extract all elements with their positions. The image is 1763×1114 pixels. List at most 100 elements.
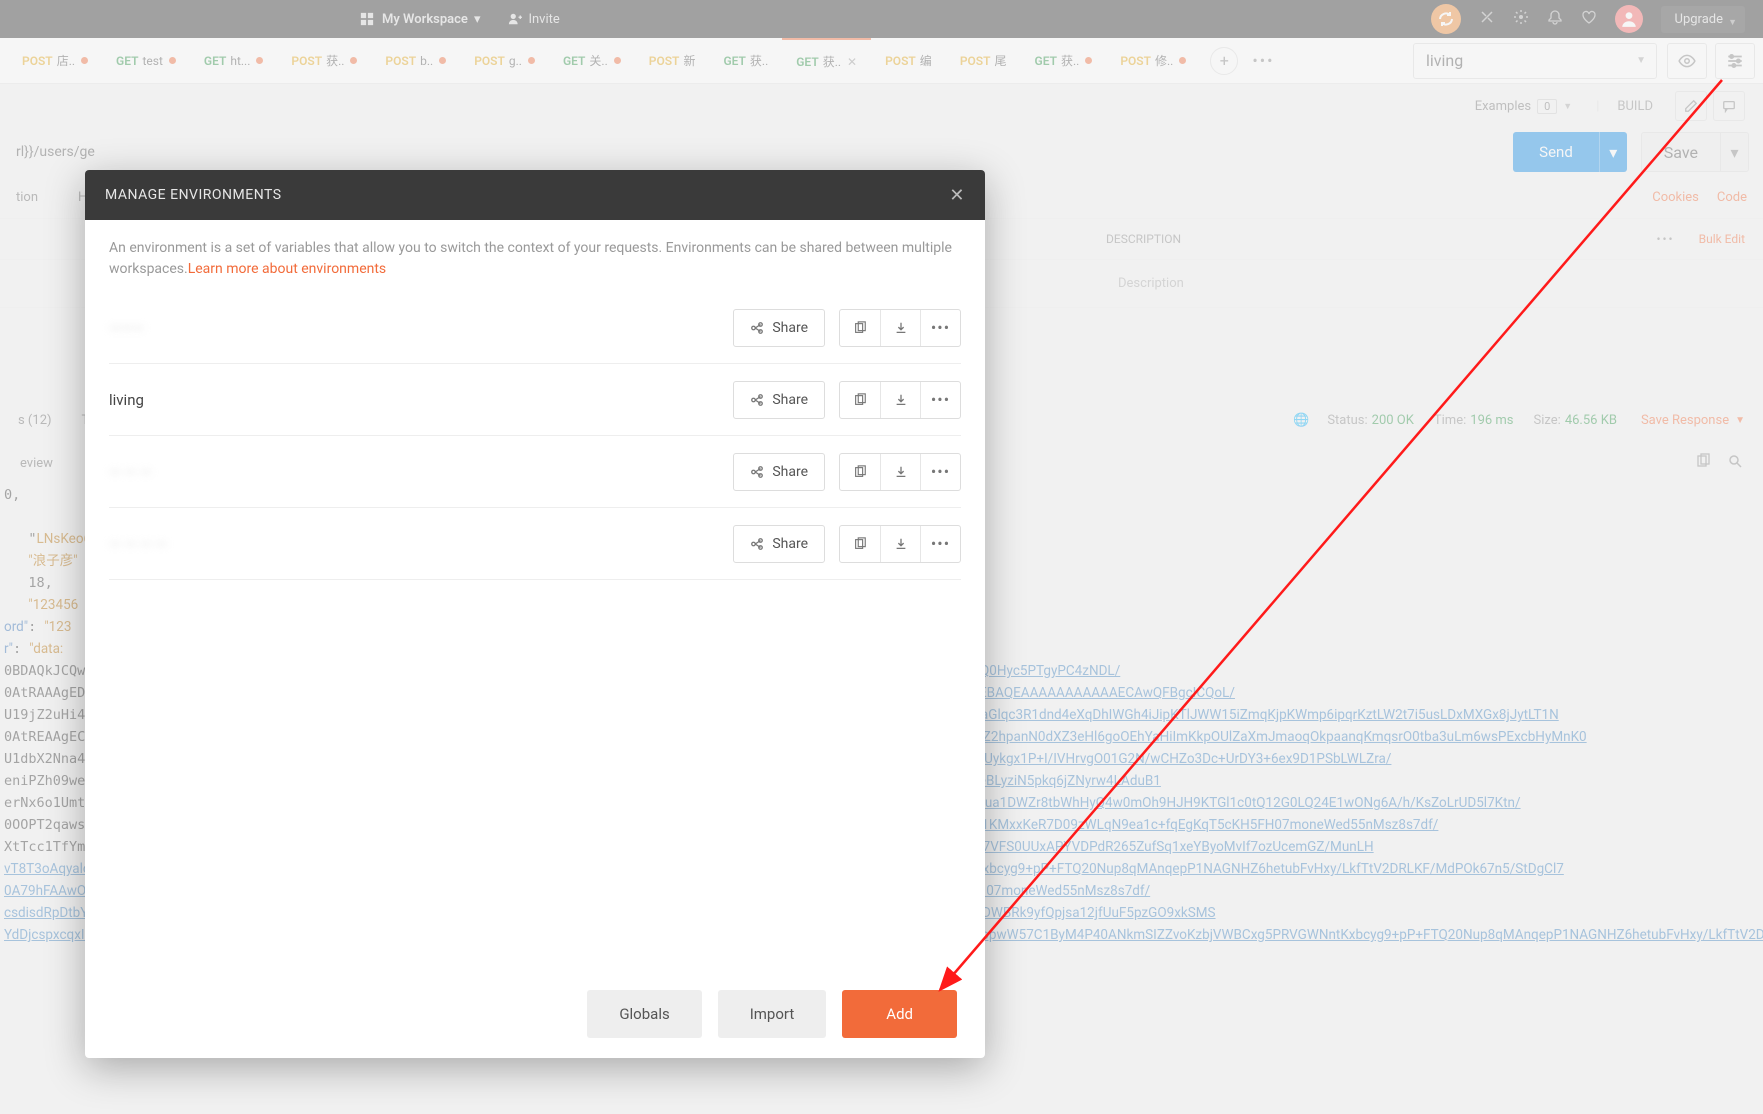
request-tab[interactable]: GET 获.. bbox=[1021, 38, 1107, 84]
size-value: 46.56 KB bbox=[1565, 413, 1617, 428]
url-input[interactable]: rl}}/users/ge bbox=[14, 144, 1513, 160]
examples-dropdown[interactable]: Examples 0 ▼ bbox=[1475, 99, 1572, 114]
share-button[interactable]: Share bbox=[733, 309, 825, 347]
settings-icon[interactable] bbox=[1513, 9, 1529, 29]
close-icon[interactable]: ✕ bbox=[949, 185, 965, 206]
share-button[interactable]: Share bbox=[733, 453, 825, 491]
tab-method: GET bbox=[204, 54, 226, 68]
env-action-group: ••• bbox=[839, 453, 961, 491]
workspace-caret-icon[interactable]: ▾ bbox=[474, 12, 481, 27]
environment-selector[interactable]: living▼ bbox=[1413, 43, 1657, 79]
comment-icon[interactable] bbox=[1713, 91, 1745, 121]
dirty-dot-icon bbox=[169, 57, 176, 64]
download-icon[interactable] bbox=[880, 526, 920, 562]
cookies-link[interactable]: Cookies bbox=[1652, 190, 1699, 205]
request-tab[interactable]: POSTb.. bbox=[371, 38, 460, 84]
sync-icon[interactable] bbox=[1431, 4, 1461, 34]
environment-row[interactable]: livingShare••• bbox=[109, 364, 961, 436]
new-tab-button[interactable]: + bbox=[1210, 47, 1238, 75]
copy-icon[interactable] bbox=[840, 526, 880, 562]
tab-method: POST bbox=[385, 54, 416, 68]
kv-desc-placeholder[interactable]: Description bbox=[1106, 276, 1184, 291]
bulk-edit-link[interactable]: Bulk Edit bbox=[1699, 232, 1745, 246]
environment-name: — — — — bbox=[109, 535, 733, 553]
globals-button[interactable]: Globals bbox=[587, 990, 701, 1038]
save-button[interactable]: Save bbox=[1641, 132, 1721, 172]
share-button[interactable]: Share bbox=[733, 525, 825, 563]
add-button[interactable]: Add bbox=[842, 990, 957, 1038]
copy-icon[interactable] bbox=[1695, 453, 1711, 473]
resp-view-tab[interactable]: eview bbox=[20, 456, 53, 471]
environment-row[interactable]: — — — —Share ••• bbox=[109, 508, 961, 580]
dirty-dot-icon bbox=[1085, 57, 1092, 64]
environment-list: ———Share•••livingShare•••— — —Share•••— … bbox=[85, 288, 985, 970]
workspace-name[interactable]: My Workspace bbox=[382, 12, 468, 27]
download-icon[interactable] bbox=[880, 454, 920, 490]
copy-icon[interactable] bbox=[840, 382, 880, 418]
request-tab[interactable]: POST编 bbox=[871, 38, 946, 84]
import-button[interactable]: Import bbox=[718, 990, 827, 1038]
send-caret-icon[interactable]: ▾ bbox=[1599, 132, 1627, 172]
tab-label: ht... bbox=[230, 54, 250, 68]
more-icon[interactable]: ••• bbox=[920, 382, 960, 418]
eye-icon[interactable] bbox=[1667, 43, 1707, 79]
send-button[interactable]: Send bbox=[1513, 132, 1599, 172]
satellite-icon[interactable] bbox=[1479, 9, 1495, 29]
save-response-button[interactable]: Save Response bbox=[1641, 413, 1729, 428]
section-tab[interactable]: tion bbox=[16, 190, 38, 205]
tab-label: 获.. bbox=[326, 52, 344, 69]
more-icon[interactable]: ••• bbox=[920, 526, 960, 562]
request-tab[interactable]: GET关.. bbox=[549, 38, 635, 84]
tab-method: GET bbox=[1035, 54, 1057, 68]
request-tab[interactable]: POSTg.. bbox=[460, 38, 549, 84]
dirty-dot-icon bbox=[439, 57, 446, 64]
resp-tab[interactable]: s (12) bbox=[18, 413, 52, 428]
copy-icon[interactable] bbox=[840, 454, 880, 490]
build-toggle[interactable]: BUILD bbox=[1617, 99, 1653, 114]
bell-icon[interactable] bbox=[1547, 9, 1563, 29]
share-button[interactable]: Share bbox=[733, 381, 825, 419]
environment-row[interactable]: — — —Share ••• bbox=[109, 436, 961, 508]
request-tab[interactable]: GET ht... bbox=[190, 38, 277, 84]
request-tab[interactable]: GET获.. bbox=[709, 38, 782, 84]
close-icon[interactable]: ✕ bbox=[847, 55, 857, 69]
tab-label: 修.. bbox=[1155, 52, 1173, 69]
request-tab[interactable]: POST修.. bbox=[1106, 38, 1200, 84]
sliders-icon[interactable] bbox=[1715, 43, 1755, 79]
env-action-group: ••• bbox=[839, 309, 961, 347]
request-tab[interactable]: POST获.. bbox=[277, 38, 371, 84]
code-link[interactable]: Code bbox=[1717, 190, 1747, 205]
request-tab[interactable]: POST新 bbox=[635, 38, 710, 84]
copy-icon[interactable] bbox=[840, 310, 880, 346]
modal-header: MANAGE ENVIRONMENTS ✕ bbox=[85, 170, 985, 220]
request-tab[interactable]: POST店.. bbox=[8, 38, 102, 84]
tab-label: 获.. bbox=[1061, 52, 1079, 69]
tab-method: POST bbox=[474, 54, 505, 68]
request-tab[interactable]: GET获..✕ bbox=[782, 38, 871, 84]
request-tab[interactable]: GETtest bbox=[102, 38, 190, 84]
environment-row[interactable]: ———Share••• bbox=[109, 292, 961, 364]
tab-overflow-icon[interactable]: ••• bbox=[1252, 51, 1274, 70]
invite-button[interactable]: Invite bbox=[508, 12, 559, 27]
time-value: 196 ms bbox=[1470, 413, 1513, 428]
upgrade-button[interactable]: Upgrade▼ bbox=[1661, 6, 1745, 33]
modal-title: MANAGE ENVIRONMENTS bbox=[105, 187, 282, 203]
environment-name: — — — bbox=[109, 463, 733, 481]
edit-icon[interactable] bbox=[1675, 91, 1707, 121]
kv-col-description: DESCRIPTION bbox=[1106, 232, 1181, 246]
dirty-dot-icon bbox=[614, 57, 621, 64]
user-avatar[interactable] bbox=[1615, 5, 1643, 33]
download-icon[interactable] bbox=[880, 310, 920, 346]
more-icon[interactable]: ••• bbox=[920, 310, 960, 346]
download-icon[interactable] bbox=[880, 382, 920, 418]
heart-icon[interactable] bbox=[1581, 9, 1597, 29]
globe-icon[interactable]: 🌐 bbox=[1293, 413, 1309, 428]
request-tab[interactable]: POST尾 bbox=[946, 38, 1021, 84]
kv-more-icon[interactable]: ••• bbox=[1656, 232, 1674, 246]
save-caret-icon[interactable]: ▾ bbox=[1721, 132, 1749, 172]
more-icon[interactable]: ••• bbox=[920, 454, 960, 490]
search-icon[interactable] bbox=[1727, 453, 1743, 473]
dirty-dot-icon bbox=[528, 57, 535, 64]
tab-label: 新 bbox=[683, 52, 695, 69]
learn-more-link[interactable]: Learn more about environments bbox=[188, 261, 386, 277]
